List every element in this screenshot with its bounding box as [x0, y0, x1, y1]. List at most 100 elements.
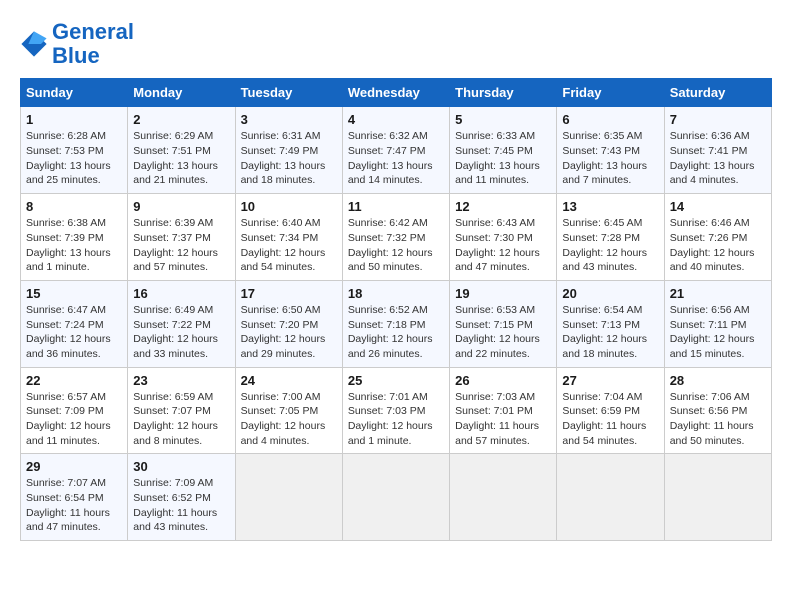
day-info: Sunrise: 6:47 AMSunset: 7:24 PMDaylight:… — [26, 303, 122, 362]
day-info: Sunrise: 6:59 AMSunset: 7:07 PMDaylight:… — [133, 390, 229, 449]
day-number: 29 — [26, 459, 122, 474]
day-number: 20 — [562, 286, 658, 301]
day-info: Sunrise: 6:40 AMSunset: 7:34 PMDaylight:… — [241, 216, 337, 275]
calendar-week-4: 22 Sunrise: 6:57 AMSunset: 7:09 PMDaylig… — [21, 367, 772, 454]
calendar-cell: 10 Sunrise: 6:40 AMSunset: 7:34 PMDaylig… — [235, 194, 342, 281]
page-header: GeneralBlue — [20, 20, 772, 68]
calendar-cell: 2 Sunrise: 6:29 AMSunset: 7:51 PMDayligh… — [128, 107, 235, 194]
calendar-cell: 22 Sunrise: 6:57 AMSunset: 7:09 PMDaylig… — [21, 367, 128, 454]
day-info: Sunrise: 7:04 AMSunset: 6:59 PMDaylight:… — [562, 390, 658, 449]
day-number: 21 — [670, 286, 766, 301]
day-info: Sunrise: 7:06 AMSunset: 6:56 PMDaylight:… — [670, 390, 766, 449]
calendar-cell: 17 Sunrise: 6:50 AMSunset: 7:20 PMDaylig… — [235, 280, 342, 367]
day-info: Sunrise: 6:39 AMSunset: 7:37 PMDaylight:… — [133, 216, 229, 275]
day-info: Sunrise: 7:00 AMSunset: 7:05 PMDaylight:… — [241, 390, 337, 449]
calendar-cell: 1 Sunrise: 6:28 AMSunset: 7:53 PMDayligh… — [21, 107, 128, 194]
calendar-cell: 20 Sunrise: 6:54 AMSunset: 7:13 PMDaylig… — [557, 280, 664, 367]
day-info: Sunrise: 6:42 AMSunset: 7:32 PMDaylight:… — [348, 216, 444, 275]
day-number: 11 — [348, 199, 444, 214]
calendar-cell: 23 Sunrise: 6:59 AMSunset: 7:07 PMDaylig… — [128, 367, 235, 454]
calendar-cell: 29 Sunrise: 7:07 AMSunset: 6:54 PMDaylig… — [21, 454, 128, 541]
calendar-cell: 21 Sunrise: 6:56 AMSunset: 7:11 PMDaylig… — [664, 280, 771, 367]
calendar-cell: 18 Sunrise: 6:52 AMSunset: 7:18 PMDaylig… — [342, 280, 449, 367]
calendar-cell: 4 Sunrise: 6:32 AMSunset: 7:47 PMDayligh… — [342, 107, 449, 194]
day-number: 27 — [562, 373, 658, 388]
dow-header-tuesday: Tuesday — [235, 79, 342, 107]
calendar-cell: 14 Sunrise: 6:46 AMSunset: 7:26 PMDaylig… — [664, 194, 771, 281]
logo-text: GeneralBlue — [52, 20, 134, 68]
day-info: Sunrise: 7:07 AMSunset: 6:54 PMDaylight:… — [26, 476, 122, 535]
day-number: 26 — [455, 373, 551, 388]
day-info: Sunrise: 6:38 AMSunset: 7:39 PMDaylight:… — [26, 216, 122, 275]
calendar-week-1: 1 Sunrise: 6:28 AMSunset: 7:53 PMDayligh… — [21, 107, 772, 194]
calendar-header: SundayMondayTuesdayWednesdayThursdayFrid… — [21, 79, 772, 107]
day-number: 1 — [26, 112, 122, 127]
day-number: 17 — [241, 286, 337, 301]
day-number: 10 — [241, 199, 337, 214]
day-number: 30 — [133, 459, 229, 474]
day-number: 22 — [26, 373, 122, 388]
day-info: Sunrise: 7:09 AMSunset: 6:52 PMDaylight:… — [133, 476, 229, 535]
calendar-cell — [342, 454, 449, 541]
calendar-cell: 11 Sunrise: 6:42 AMSunset: 7:32 PMDaylig… — [342, 194, 449, 281]
calendar-week-3: 15 Sunrise: 6:47 AMSunset: 7:24 PMDaylig… — [21, 280, 772, 367]
day-number: 7 — [670, 112, 766, 127]
day-number: 9 — [133, 199, 229, 214]
calendar-cell: 19 Sunrise: 6:53 AMSunset: 7:15 PMDaylig… — [450, 280, 557, 367]
day-number: 12 — [455, 199, 551, 214]
calendar-cell: 9 Sunrise: 6:39 AMSunset: 7:37 PMDayligh… — [128, 194, 235, 281]
dow-header-friday: Friday — [557, 79, 664, 107]
day-info: Sunrise: 6:29 AMSunset: 7:51 PMDaylight:… — [133, 129, 229, 188]
day-info: Sunrise: 6:36 AMSunset: 7:41 PMDaylight:… — [670, 129, 766, 188]
calendar-cell — [450, 454, 557, 541]
day-info: Sunrise: 6:32 AMSunset: 7:47 PMDaylight:… — [348, 129, 444, 188]
day-number: 23 — [133, 373, 229, 388]
day-number: 28 — [670, 373, 766, 388]
calendar-table: SundayMondayTuesdayWednesdayThursdayFrid… — [20, 78, 772, 541]
day-info: Sunrise: 6:35 AMSunset: 7:43 PMDaylight:… — [562, 129, 658, 188]
day-info: Sunrise: 7:03 AMSunset: 7:01 PMDaylight:… — [455, 390, 551, 449]
calendar-cell: 3 Sunrise: 6:31 AMSunset: 7:49 PMDayligh… — [235, 107, 342, 194]
day-info: Sunrise: 6:28 AMSunset: 7:53 PMDaylight:… — [26, 129, 122, 188]
calendar-week-2: 8 Sunrise: 6:38 AMSunset: 7:39 PMDayligh… — [21, 194, 772, 281]
day-number: 3 — [241, 112, 337, 127]
calendar-cell — [664, 454, 771, 541]
day-number: 13 — [562, 199, 658, 214]
day-info: Sunrise: 7:01 AMSunset: 7:03 PMDaylight:… — [348, 390, 444, 449]
calendar-cell: 7 Sunrise: 6:36 AMSunset: 7:41 PMDayligh… — [664, 107, 771, 194]
day-info: Sunrise: 6:56 AMSunset: 7:11 PMDaylight:… — [670, 303, 766, 362]
day-info: Sunrise: 6:53 AMSunset: 7:15 PMDaylight:… — [455, 303, 551, 362]
calendar-cell: 15 Sunrise: 6:47 AMSunset: 7:24 PMDaylig… — [21, 280, 128, 367]
day-info: Sunrise: 6:43 AMSunset: 7:30 PMDaylight:… — [455, 216, 551, 275]
day-number: 25 — [348, 373, 444, 388]
dow-header-saturday: Saturday — [664, 79, 771, 107]
calendar-week-5: 29 Sunrise: 7:07 AMSunset: 6:54 PMDaylig… — [21, 454, 772, 541]
calendar-cell: 5 Sunrise: 6:33 AMSunset: 7:45 PMDayligh… — [450, 107, 557, 194]
calendar-cell: 24 Sunrise: 7:00 AMSunset: 7:05 PMDaylig… — [235, 367, 342, 454]
day-number: 5 — [455, 112, 551, 127]
day-number: 18 — [348, 286, 444, 301]
day-number: 16 — [133, 286, 229, 301]
dow-header-wednesday: Wednesday — [342, 79, 449, 107]
calendar-cell: 30 Sunrise: 7:09 AMSunset: 6:52 PMDaylig… — [128, 454, 235, 541]
calendar-cell: 13 Sunrise: 6:45 AMSunset: 7:28 PMDaylig… — [557, 194, 664, 281]
day-number: 24 — [241, 373, 337, 388]
calendar-cell: 6 Sunrise: 6:35 AMSunset: 7:43 PMDayligh… — [557, 107, 664, 194]
dow-header-monday: Monday — [128, 79, 235, 107]
dow-header-sunday: Sunday — [21, 79, 128, 107]
day-info: Sunrise: 6:31 AMSunset: 7:49 PMDaylight:… — [241, 129, 337, 188]
calendar-cell: 26 Sunrise: 7:03 AMSunset: 7:01 PMDaylig… — [450, 367, 557, 454]
day-info: Sunrise: 6:50 AMSunset: 7:20 PMDaylight:… — [241, 303, 337, 362]
calendar-cell: 25 Sunrise: 7:01 AMSunset: 7:03 PMDaylig… — [342, 367, 449, 454]
dow-header-thursday: Thursday — [450, 79, 557, 107]
day-number: 15 — [26, 286, 122, 301]
calendar-cell — [235, 454, 342, 541]
day-number: 6 — [562, 112, 658, 127]
day-info: Sunrise: 6:57 AMSunset: 7:09 PMDaylight:… — [26, 390, 122, 449]
calendar-cell: 12 Sunrise: 6:43 AMSunset: 7:30 PMDaylig… — [450, 194, 557, 281]
day-info: Sunrise: 6:49 AMSunset: 7:22 PMDaylight:… — [133, 303, 229, 362]
calendar-cell: 16 Sunrise: 6:49 AMSunset: 7:22 PMDaylig… — [128, 280, 235, 367]
calendar-cell: 8 Sunrise: 6:38 AMSunset: 7:39 PMDayligh… — [21, 194, 128, 281]
day-info: Sunrise: 6:45 AMSunset: 7:28 PMDaylight:… — [562, 216, 658, 275]
day-info: Sunrise: 6:54 AMSunset: 7:13 PMDaylight:… — [562, 303, 658, 362]
